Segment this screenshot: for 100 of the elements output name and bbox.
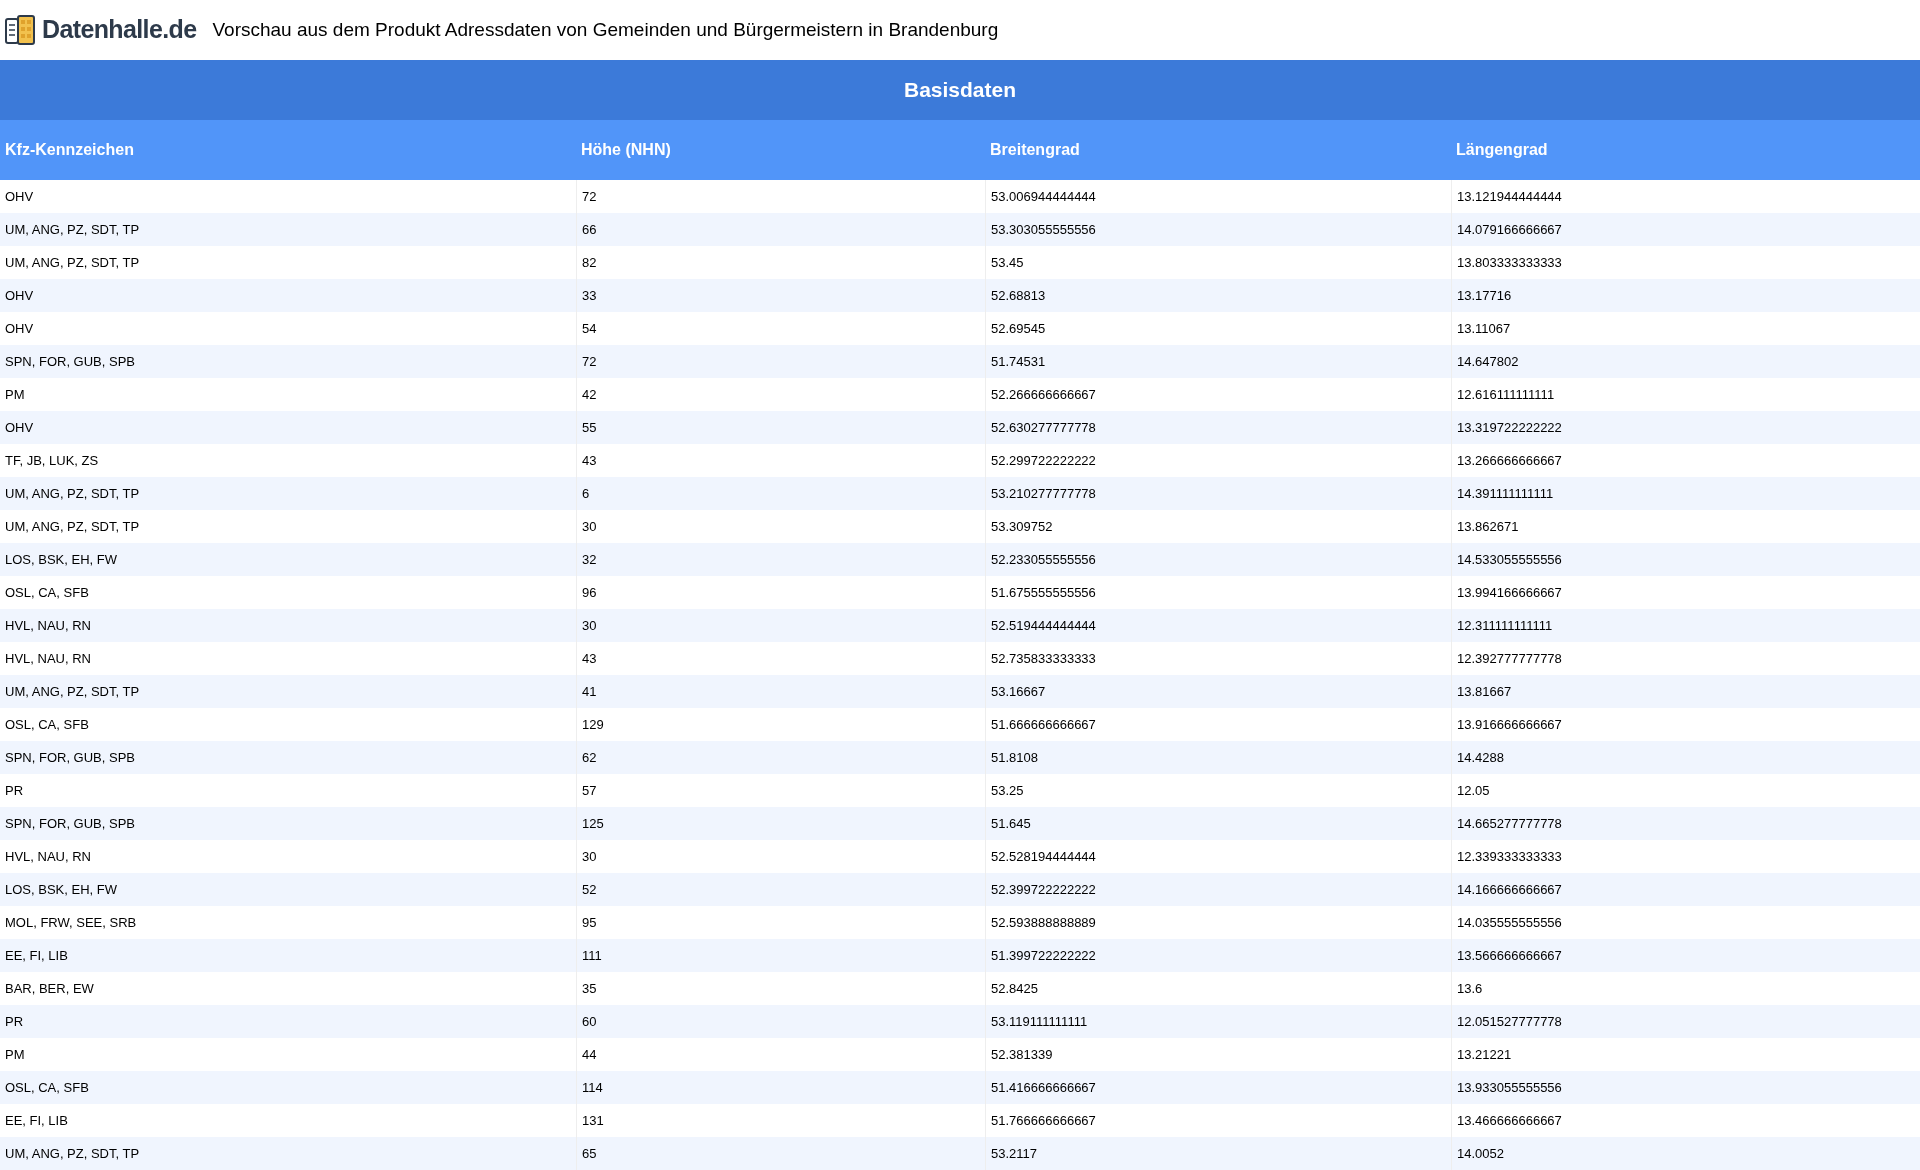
table-cell-text: PR	[5, 781, 24, 800]
table-cell-text: 13.6	[1457, 979, 1483, 998]
table-cell-text: HVL, NAU, RN	[5, 616, 91, 635]
table-cell-text: 95	[582, 913, 597, 932]
table-cell-text: 52.381339	[991, 1045, 1053, 1064]
table-cell-text: 125	[582, 814, 604, 833]
table-cell-text: UM, ANG, PZ, SDT, TP	[5, 253, 140, 272]
table-cell-text: 13.17716	[1457, 286, 1512, 305]
table-cell-text: 13.121944444444	[1457, 187, 1562, 206]
table-cell-text: 43	[582, 649, 597, 668]
table-cell-text: 13.994166666667	[1457, 583, 1562, 602]
table-cell-text: SPN, FOR, GUB, SPB	[5, 814, 136, 833]
table-cell-text: UM, ANG, PZ, SDT, TP	[5, 484, 140, 503]
table-cell-text: 14.035555555556	[1457, 913, 1562, 932]
table-cell-text: UM, ANG, PZ, SDT, TP	[5, 220, 140, 239]
table-cell-text: LOS, BSK, EH, FW	[5, 880, 117, 899]
table-cell-text: OHV	[5, 286, 34, 305]
table-cell-text: 52.68813	[991, 286, 1046, 305]
table-cell-text: 13.21221	[1457, 1045, 1512, 1064]
table-cell-text: 14.0052	[1457, 1144, 1504, 1163]
table-cell-text: 129	[582, 715, 604, 734]
table-cell-text: PM	[5, 1045, 25, 1064]
table-cell-text: 14.533055555556	[1457, 550, 1562, 569]
table-cell-text: 32	[582, 550, 597, 569]
table-cell-text: PM	[5, 385, 25, 404]
table-cell-text: 52.630277777778	[991, 418, 1096, 437]
table-cell-text: 52.8425	[991, 979, 1038, 998]
page-title: Vorschau aus dem Produkt Adressdaten von Gemeinden und Bürgermeistern in Brandenburg	[212, 17, 999, 42]
column-header: Kfz-Kennzeichen	[5, 141, 134, 158]
table-cell-text: 53.303055555556	[991, 220, 1096, 239]
table-cell-text: 12.616111111111	[1457, 385, 1555, 404]
table-cell-text: SPN, FOR, GUB, SPB	[5, 748, 136, 767]
table-cell-text: 53.16667	[991, 682, 1046, 701]
table-cell-text: OSL, CA, SFB	[5, 715, 89, 734]
table-cell-text: 72	[582, 352, 597, 371]
table-cell-text: 14.079166666667	[1457, 220, 1562, 239]
table-cell-text: 13.266666666667	[1457, 451, 1562, 470]
table-cell-text: 13.566666666667	[1457, 946, 1562, 965]
table-cell-text: 12.051527777778	[1457, 1012, 1562, 1031]
table-cell-text: 13.11067	[1457, 319, 1511, 338]
table-cell-text: 131	[582, 1111, 604, 1130]
table-cell-text: 51.666666666667	[991, 715, 1096, 734]
table-cell-text: 13.862671	[1457, 517, 1519, 536]
table-cell-text: 12.05	[1457, 781, 1490, 800]
table-cell-text: 52.735833333333	[991, 649, 1096, 668]
table-cell-text: 30	[582, 616, 597, 635]
table-cell-text: 12.392777777778	[1457, 649, 1562, 668]
table-cell-text: UM, ANG, PZ, SDT, TP	[5, 1144, 140, 1163]
table-cell-text: UM, ANG, PZ, SDT, TP	[5, 517, 140, 536]
table-cell-text: 43	[582, 451, 597, 470]
table-cell-text: 52.69545	[991, 319, 1046, 338]
table-cell-text: 53.210277777778	[991, 484, 1096, 503]
table-cell-text: 62	[582, 748, 597, 767]
table-cell-text: 30	[582, 517, 597, 536]
table-cell-text: OHV	[5, 319, 34, 338]
table-cell-text: OHV	[5, 187, 34, 206]
table-cell-text: 41	[582, 682, 597, 701]
table-cell-text: LOS, BSK, EH, FW	[5, 550, 117, 569]
table-cell-text: 55	[582, 418, 597, 437]
table-cell-text: 52	[582, 880, 597, 899]
table-cell-text: 54	[582, 319, 597, 338]
table-cell-text: 51.645	[991, 814, 1031, 833]
table-cell-text: 51.399722222222	[991, 946, 1096, 965]
table-cell-text: 14.166666666667	[1457, 880, 1562, 899]
table-cell-text: 6	[582, 484, 590, 503]
table-cell-text: 52.233055555556	[991, 550, 1096, 569]
table-cell-text: 51.675555555556	[991, 583, 1096, 602]
table-cell-text: HVL, NAU, RN	[5, 847, 91, 866]
table-cell-text: 57	[582, 781, 597, 800]
table-cell-text: 12.339333333333	[1457, 847, 1562, 866]
table-cell-text: 52.299722222222	[991, 451, 1096, 470]
table-cell-text: 52.528194444444	[991, 847, 1096, 866]
column-header: Breitengrad	[990, 141, 1080, 158]
table-cell-text: 52.593888888889	[991, 913, 1096, 932]
table-cell-text: 13.933055555556	[1457, 1078, 1562, 1097]
table-cell-text: 13.319722222222	[1457, 418, 1562, 437]
table-cell-text: 30	[582, 847, 597, 866]
table-cell-text: 52.519444444444	[991, 616, 1096, 635]
table-cell-text: 52.399722222222	[991, 880, 1096, 899]
table-cell-text: SPN, FOR, GUB, SPB	[5, 352, 136, 371]
table-cell-text: HVL, NAU, RN	[5, 649, 91, 668]
table-cell-text: EE, FI, LIB	[5, 946, 68, 965]
column-header: Höhe (NHN)	[581, 141, 671, 158]
table-cell-text: MOL, FRW, SEE, SRB	[5, 913, 137, 932]
table-cell-text: 51.8108	[991, 748, 1038, 767]
table-cell-text: UM, ANG, PZ, SDT, TP	[5, 682, 140, 701]
table-cell-text: OHV	[5, 418, 34, 437]
table-cell-text: 66	[582, 220, 597, 239]
table-cell-text: 14.665277777778	[1457, 814, 1562, 833]
table-cell-text: 14.4288	[1457, 748, 1504, 767]
table-cell-text: 13.466666666667	[1457, 1111, 1562, 1130]
table-cell-text: 14.647802	[1457, 352, 1519, 371]
table-cell-text: 51.74531	[991, 352, 1046, 371]
table-cell-text: 51.766666666667	[991, 1111, 1096, 1130]
table-cell-text: 35	[582, 979, 597, 998]
table-cell-text: 51.416666666667	[991, 1078, 1096, 1097]
table-cell-text: 13.81667	[1457, 682, 1512, 701]
table-cell-text: EE, FI, LIB	[5, 1111, 68, 1130]
table-cell-text: BAR, BER, EW	[5, 979, 94, 998]
table-cell-text: 53.006944444444	[991, 187, 1096, 206]
